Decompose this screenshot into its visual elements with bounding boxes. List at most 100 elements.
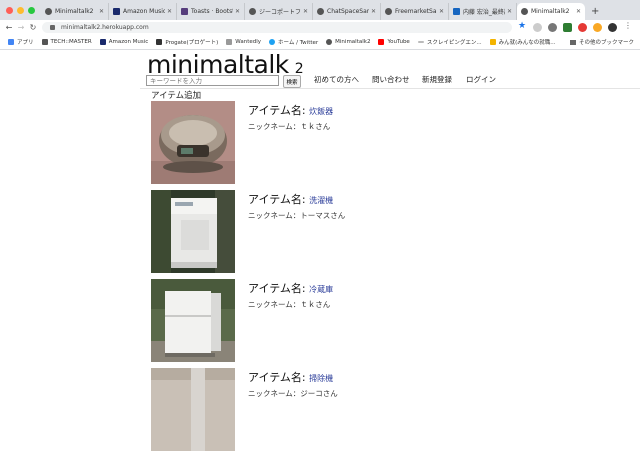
bookmark-item[interactable]: みん就(みんなの就職... (489, 38, 555, 46)
forward-arrow-icon[interactable]: → (15, 23, 27, 32)
vacuum-cleaner-image[interactable] (151, 368, 235, 451)
bookmark-item[interactable]: アプリ (8, 38, 34, 46)
header-divider (140, 88, 640, 89)
youtube-icon (378, 39, 385, 45)
extension-icon[interactable] (548, 23, 557, 32)
item-title-prefix: アイテム名: (248, 104, 306, 117)
close-tab-icon[interactable]: ✕ (507, 8, 512, 15)
item-nickname: ニックネーム：トーマスさん (248, 211, 346, 220)
nav-contact[interactable]: 問い合わせ (372, 74, 410, 85)
reload-icon[interactable]: ↻ (27, 23, 39, 32)
bookmark-item[interactable]: Wantedly (226, 39, 261, 45)
search-input[interactable] (146, 75, 279, 86)
close-tab-icon[interactable]: ✕ (371, 8, 376, 15)
rice-cooker-image[interactable] (151, 101, 235, 184)
browser-tab[interactable]: Minimaltalk2 ✕ (41, 3, 109, 20)
amazon-music-icon (99, 39, 106, 45)
bookmark-label: YouTube (387, 39, 410, 45)
browser-tab[interactable]: Amazon Music - E✕ (109, 3, 177, 20)
browser-tab[interactable]: 内藤 宏治_最終課題✕ (449, 3, 517, 20)
extension-icon[interactable] (578, 23, 587, 32)
tab-title: FreemarketSample (395, 8, 437, 15)
extension-icon[interactable] (533, 23, 542, 32)
close-window-icon[interactable] (6, 7, 13, 14)
refrigerator-image[interactable] (151, 279, 235, 362)
lock-icon (50, 25, 55, 30)
item-name-link[interactable]: 冷蔵庫 (309, 285, 333, 294)
zoom-window-icon[interactable] (28, 7, 35, 14)
site-favicon-icon (521, 8, 528, 15)
extension-icon[interactable] (593, 23, 602, 32)
bookmark-label: Amazon Music (108, 39, 149, 45)
amazon-music-favicon-icon (113, 8, 120, 15)
nav-login[interactable]: ログイン (466, 74, 496, 85)
dash-icon (417, 41, 424, 43)
close-tab-icon[interactable]: ✕ (576, 8, 581, 15)
browser-tab[interactable]: FreemarketSample✕ (381, 3, 449, 20)
twitter-icon (269, 39, 276, 45)
bookmark-item[interactable]: ホーム / Twitter (269, 38, 318, 46)
other-bookmarks-label: その他のブックマーク (578, 40, 634, 46)
bookmark-item[interactable]: スクレイピングエン... (417, 38, 482, 46)
site-favicon-icon (326, 39, 333, 45)
washing-machine-image[interactable] (151, 190, 235, 273)
bookmark-label: スクレイピングエン... (426, 40, 482, 46)
close-tab-icon[interactable]: ✕ (303, 8, 308, 15)
item-title-prefix: アイテム名: (248, 282, 306, 295)
browser-tab-active[interactable]: Minimaltalk2 ✕ (517, 3, 585, 20)
browser-tab[interactable]: ジーコポートフォリ✕ (245, 3, 313, 20)
browser-tab[interactable]: ChatSpaceSample✕ (313, 3, 381, 20)
item-title: アイテム名: 掃除機 (248, 369, 333, 385)
item-name-link[interactable]: 炊飯器 (309, 107, 333, 116)
browser-tab[interactable]: Toasts · Bootstrap✕ (177, 3, 245, 20)
close-tab-icon[interactable]: ✕ (99, 8, 104, 15)
item-title: アイテム名: 冷蔵庫 (248, 280, 333, 296)
profile-avatar[interactable] (608, 23, 617, 32)
bootstrap-favicon-icon (181, 8, 188, 15)
browser-tabbar: Minimaltalk2✕ Amazon Music - E✕ Toasts ·… (0, 0, 640, 20)
item-title-prefix: アイテム名: (248, 371, 306, 384)
item-title: アイテム名: 洗濯機 (248, 191, 333, 207)
menu-dots-icon[interactable]: ⋮ (624, 21, 632, 30)
tab-title: Amazon Music - E (123, 8, 165, 15)
folder-icon (569, 39, 576, 45)
bookmark-label: Progate(プロゲート) (165, 40, 219, 46)
site-favicon-icon (317, 8, 324, 15)
apps-grid-icon (8, 39, 14, 45)
add-item-link[interactable]: アイテム追加 (151, 89, 201, 101)
tab-title: Toasts · Bootstrap (191, 8, 233, 15)
item-name-link[interactable]: 掃除機 (309, 374, 333, 383)
tab-title: 内藤 宏治_最終課題 (463, 9, 505, 16)
other-bookmarks[interactable]: その他のブックマーク (569, 38, 634, 46)
bookmark-item[interactable]: Minimaltalk2 (326, 39, 370, 45)
site-favicon-icon (385, 8, 392, 15)
item-title: アイテム名: 炊飯器 (248, 102, 333, 118)
bookmark-item[interactable]: YouTube (378, 39, 410, 45)
nav-first-time[interactable]: 初めての方へ (314, 74, 359, 85)
back-arrow-icon[interactable]: ← (3, 23, 15, 32)
extension-icon[interactable] (563, 23, 572, 32)
minimize-window-icon[interactable] (17, 7, 24, 14)
minshu-icon (489, 39, 496, 45)
bookmark-label: Wantedly (235, 39, 262, 45)
new-tab-button[interactable]: + (585, 6, 605, 20)
item-name-link[interactable]: 洗濯機 (309, 196, 333, 205)
tab-title: ChatSpaceSample (327, 8, 369, 15)
bookmark-star-icon[interactable]: ★ (518, 21, 526, 31)
tech-master-icon (41, 39, 48, 45)
bookmark-label: アプリ (17, 40, 34, 46)
bookmark-item[interactable]: Amazon Music (99, 39, 149, 45)
item-nickname: ニックネーム：ｔｋさん (248, 300, 331, 309)
browser-toolbar: ← → ↻ minimaltalk2.herokuapp.com ★ ⋮ (0, 20, 640, 35)
search-button[interactable]: 検索 (283, 75, 301, 88)
bookmark-item[interactable]: TECH::MASTER (41, 39, 92, 45)
bookmark-item[interactable]: Progate(プロゲート) (156, 38, 218, 46)
close-tab-icon[interactable]: ✕ (439, 8, 444, 15)
close-tab-icon[interactable]: ✕ (235, 8, 240, 15)
address-bar[interactable]: minimaltalk2.herokuapp.com (42, 22, 512, 33)
close-tab-icon[interactable]: ✕ (167, 8, 172, 15)
tab-title: ジーコポートフォリ (259, 9, 301, 16)
nav-signup[interactable]: 新規登録 (422, 74, 452, 85)
item-title-prefix: アイテム名: (248, 193, 306, 206)
wantedly-icon (226, 39, 233, 45)
